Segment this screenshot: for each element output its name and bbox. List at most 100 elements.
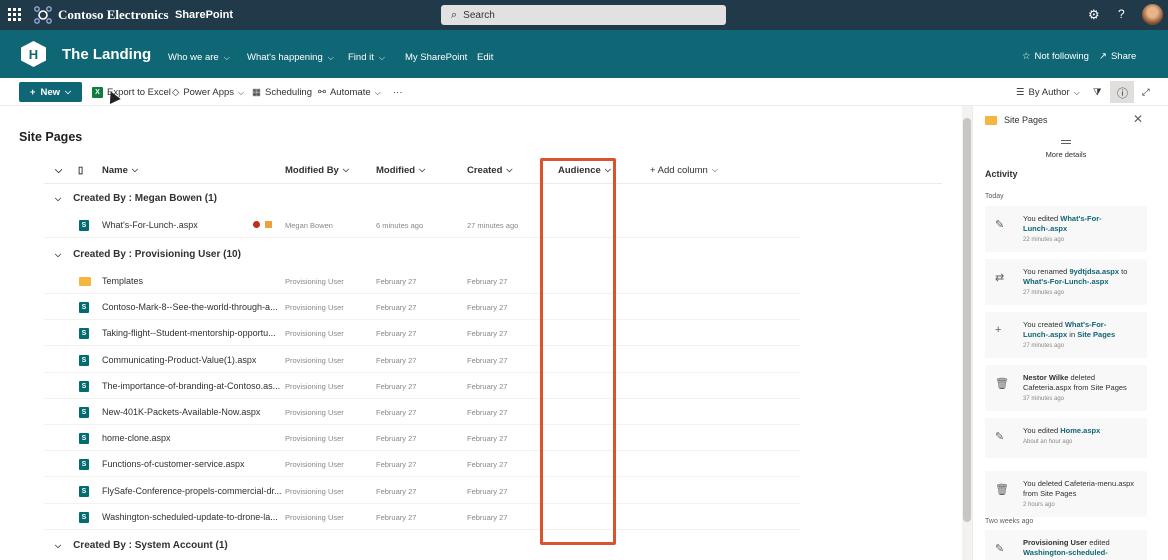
power-apps-icon: ◇ (172, 87, 180, 98)
more-commands-button[interactable]: ··· (393, 87, 403, 98)
activity-card[interactable]: 🗑 You deleted Cafeteria-menu.aspx from Si… (985, 471, 1147, 517)
nav-who-we-are[interactable]: Who we are ⌵ (168, 52, 230, 63)
activity-card[interactable]: ⇄ You renamed 9ydtjdsa.aspx to What's-For… (985, 259, 1147, 305)
share-button[interactable]: ↗ Share (1099, 51, 1136, 62)
file-name[interactable]: What's-For-Lunch-.aspx (102, 220, 198, 230)
nav-edit[interactable]: Edit (477, 52, 493, 63)
cell-modified-by[interactable]: Provisioning User (285, 329, 344, 338)
file-name[interactable]: home-clone.aspx (102, 433, 171, 443)
cell-modified-by[interactable]: Provisioning User (285, 487, 344, 496)
activity-card[interactable]: ✎ You edited What's-For-Lunch-.aspx 22 min… (985, 206, 1147, 252)
user-avatar[interactable] (1142, 4, 1163, 25)
table-row[interactable]: Shome-clone.aspx Provisioning User Februar… (44, 425, 800, 452)
site-title[interactable]: The Landing (62, 46, 151, 63)
site-page-icon: S (79, 407, 89, 418)
column-header-modified[interactable]: Modified ⌵ (376, 163, 425, 177)
site-page-icon: S (79, 328, 89, 340)
activity-card[interactable]: + You created What's-For-Lunch-.aspx in S… (985, 312, 1147, 358)
settings-gear-icon[interactable]: ⚙ (1088, 8, 1100, 21)
app-name[interactable]: SharePoint (175, 9, 233, 21)
cell-modified-by[interactable]: Megan Bowen (285, 221, 333, 230)
power-apps-button[interactable]: ◇ Power Apps ⌵ (172, 87, 244, 98)
file-name[interactable]: Contoso-Mark-8--See-the-world-through-a.… (102, 302, 278, 312)
chevron-down-icon: ⌵ (1073, 87, 1080, 97)
edit-icon: ✎ (995, 543, 1005, 555)
more-details-link[interactable]: More details (973, 150, 1159, 159)
cell-modified-by[interactable]: Provisioning User (285, 460, 344, 469)
cell-modified-by[interactable]: Provisioning User (285, 513, 344, 522)
activity-link[interactable]: Site Pages (1077, 330, 1115, 339)
table-row[interactable]: Templates Provisioning User February 27 Feb… (44, 268, 800, 294)
site-logo-letter: H (29, 47, 38, 62)
file-name[interactable]: The-importance-of-branding-at-Contoso.as… (102, 381, 280, 391)
nav-whats-happening[interactable]: What's happening ⌵ (247, 52, 334, 63)
view-selector[interactable]: ☰ By Author ⌵ (1016, 87, 1080, 98)
cell-modified-by[interactable]: Provisioning User (285, 434, 344, 443)
activity-card[interactable]: 🗑 Nestor Wilke deleted Cafeteria.aspx fro… (985, 365, 1147, 411)
info-icon: ⓘ (1117, 88, 1128, 100)
activity-link[interactable]: What's-For-Lunch-.aspx (1023, 277, 1109, 286)
activity-time: 2 hours ago (1023, 502, 1055, 508)
activity-card[interactable]: ✎ You edited Home.aspx About an hour ago (985, 418, 1147, 458)
table-row[interactable]: S Functions-of-customer-service.aspx Provi… (44, 451, 800, 478)
cell-modified-by[interactable]: Provisioning User (285, 303, 344, 312)
file-name[interactable]: Templates (102, 276, 143, 286)
table-row[interactable]: S Taking-flight--Student-mentorship-oppor… (44, 320, 800, 347)
table-row[interactable]: S New-401K-Packets-Available-Now.aspx Prov… (44, 399, 800, 425)
add-column-button[interactable]: + Add column ⌵ (650, 163, 718, 177)
table-row[interactable]: S Washington-scheduled-update-to-drone-la… (44, 504, 800, 530)
add-icon: + (995, 324, 1002, 336)
scrollbar-thumb[interactable] (963, 118, 971, 522)
filter-icon[interactable]: ⧩ (1093, 87, 1101, 98)
chevron-down-icon[interactable]: ⌵ (55, 250, 61, 260)
panel-title: Site Pages (1004, 115, 1048, 125)
group-header[interactable]: ⌵ Created By : Provisioning User (10) (55, 249, 241, 260)
automate-button[interactable]: ⚯ Automate ⌵ (318, 87, 381, 98)
site-logo-icon[interactable]: H (20, 40, 47, 68)
group-header[interactable]: ⌵ Created By : Megan Bowen (1) (55, 193, 217, 204)
column-header-modified-by[interactable]: Modified By ⌵ (285, 163, 349, 177)
file-name[interactable]: Washington-scheduled-update-to-drone-la.… (102, 512, 278, 522)
file-type-icon[interactable]: ▯ (78, 163, 83, 177)
brand[interactable]: Contoso Electronics (33, 5, 169, 25)
group-header[interactable]: ⌵ Created By : System Account (1) (55, 540, 228, 551)
activity-time: 27 minutes ago (1023, 343, 1065, 349)
new-button[interactable]: + New ⌵ (19, 82, 82, 102)
chevron-down-icon: ⌵ (711, 165, 718, 174)
nav-my-sharepoint[interactable]: My SharePoint (405, 52, 467, 63)
column-header-created[interactable]: Created ⌵ (467, 163, 512, 177)
file-name[interactable]: New-401K-Packets-Available-Now.aspx (102, 407, 260, 417)
cell-modified-by[interactable]: Provisioning User (285, 277, 344, 286)
cell-modified-by[interactable]: Provisioning User (285, 382, 344, 391)
file-name[interactable]: Functions-of-customer-service.aspx (102, 459, 245, 469)
table-row[interactable]: S What's-For-Lunch-.aspx Megan Bowen 6 minu… (44, 212, 800, 238)
table-row[interactable]: S Contoso-Mark-8--See-the-world-through-a… (44, 294, 800, 321)
collapse-all-icon[interactable]: ⌵ (55, 163, 62, 177)
cell-modified-by[interactable]: Provisioning User (285, 408, 344, 417)
activity-link[interactable]: Washington-scheduled- (1023, 548, 1108, 557)
activity-link[interactable]: Home.aspx (1060, 426, 1100, 435)
app-launcher-icon[interactable] (8, 8, 21, 21)
column-header-name[interactable]: Name ⌵ (102, 163, 138, 177)
follow-button[interactable]: ☆ Not following (1022, 51, 1089, 62)
activity-link[interactable]: 9ydtjdsa.aspx (1069, 267, 1119, 276)
file-name[interactable]: Communicating-Product-Value(1).aspx (102, 355, 256, 365)
chevron-down-icon[interactable]: ⌵ (55, 194, 61, 204)
chevron-down-icon: ⌵ (419, 165, 426, 174)
chevron-down-icon[interactable]: ⌵ (55, 541, 61, 551)
table-row[interactable]: S FlySafe-Conference-propels-commercial-d… (44, 478, 800, 504)
table-row[interactable]: S The-importance-of-branding-at-Contoso.a… (44, 373, 800, 399)
export-to-excel-button[interactable]: X Export to Excel (92, 87, 171, 98)
info-pane-button[interactable]: ⓘ (1110, 81, 1134, 103)
help-icon[interactable]: ? (1118, 8, 1125, 21)
file-name[interactable]: Taking-flight--Student-mentorship-opport… (102, 328, 276, 338)
close-icon[interactable]: ✕ (1133, 112, 1143, 126)
table-row[interactable]: S Communicating-Product-Value(1).aspx Prov… (44, 347, 800, 373)
cell-modified-by[interactable]: Provisioning User (285, 356, 344, 365)
nav-find-it[interactable]: Find it ⌵ (348, 52, 385, 63)
fullscreen-icon[interactable]: ⤢ (1142, 87, 1150, 98)
search-box[interactable]: ⌕ Search (441, 5, 726, 25)
scheduling-button[interactable]: ▦ Scheduling (252, 87, 312, 98)
file-name[interactable]: FlySafe-Conference-propels-commercial-dr… (102, 486, 282, 496)
activity-card[interactable]: ✎ Provisioning User edited Washington-sch… (985, 530, 1147, 560)
